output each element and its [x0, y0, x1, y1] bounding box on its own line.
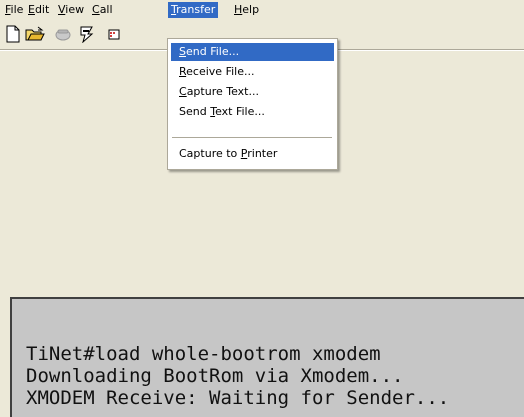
menu-help-label: elp	[242, 3, 260, 16]
menu-item-receive-file[interactable]: Receive File...	[171, 63, 334, 81]
connect-button[interactable]	[76, 23, 98, 45]
menu-bar: File Edit View Call Transfer Help	[0, 0, 524, 19]
menu-call-accel: C	[92, 3, 100, 16]
new-file-icon	[6, 25, 20, 43]
menu-edit-accel: E	[28, 3, 35, 16]
menu-edit[interactable]: Edit	[25, 2, 52, 18]
open-folder-icon	[25, 26, 45, 41]
menu-item-accel: S	[179, 45, 186, 58]
menu-call-label: all	[99, 3, 113, 16]
menu-item-capture-text[interactable]: Capture Text...	[171, 83, 334, 101]
menu-transfer[interactable]: Transfer	[168, 2, 219, 18]
menu-item-text: Send	[179, 105, 211, 118]
menu-item-accel: C	[179, 85, 187, 98]
menu-edit-label: dit	[34, 3, 50, 16]
connect-phone-icon	[80, 26, 94, 43]
menu-item-send-file[interactable]: Send File...	[171, 43, 334, 61]
menu-item-text: apture Text...	[186, 85, 259, 98]
new-file-button[interactable]	[2, 23, 24, 45]
menu-separator	[172, 137, 332, 138]
properties-icon	[108, 29, 120, 40]
menu-item-send-text-file[interactable]: Send Text File...	[171, 103, 334, 121]
transfer-menu: Send File... Receive File... Capture Tex…	[167, 38, 338, 170]
menu-item-text: rinter	[247, 147, 278, 160]
disconnect-phone-icon	[55, 29, 71, 41]
menu-transfer-label: ransfer	[176, 3, 216, 16]
menu-item-text: end File...	[185, 45, 240, 58]
terminal-window[interactable]: TiNet#load whole-bootrom xmodem Download…	[10, 297, 524, 417]
menu-item-text: Capture to	[179, 147, 241, 160]
properties-button[interactable]	[102, 23, 124, 45]
menu-item-text: eceive File...	[186, 65, 255, 78]
terminal-line: XMODEM Receive: Waiting for Sender...	[26, 387, 450, 409]
menu-file[interactable]: File	[2, 2, 26, 18]
menu-help[interactable]: Help	[231, 2, 262, 18]
menu-item-capture-to-printer[interactable]: Capture to Printer	[171, 145, 334, 163]
menu-view-label: iew	[65, 3, 85, 16]
menu-call[interactable]: Call	[89, 2, 116, 18]
menu-file-label: ile	[10, 3, 24, 16]
menu-view[interactable]: View	[55, 2, 87, 18]
menu-item-text: ext File...	[215, 105, 265, 118]
terminal-line: Downloading BootRom via Xmodem...	[26, 365, 404, 387]
open-button[interactable]	[24, 23, 46, 45]
terminal-line: TiNet#load whole-bootrom xmodem	[26, 343, 381, 365]
disconnect-button[interactable]	[52, 23, 74, 45]
